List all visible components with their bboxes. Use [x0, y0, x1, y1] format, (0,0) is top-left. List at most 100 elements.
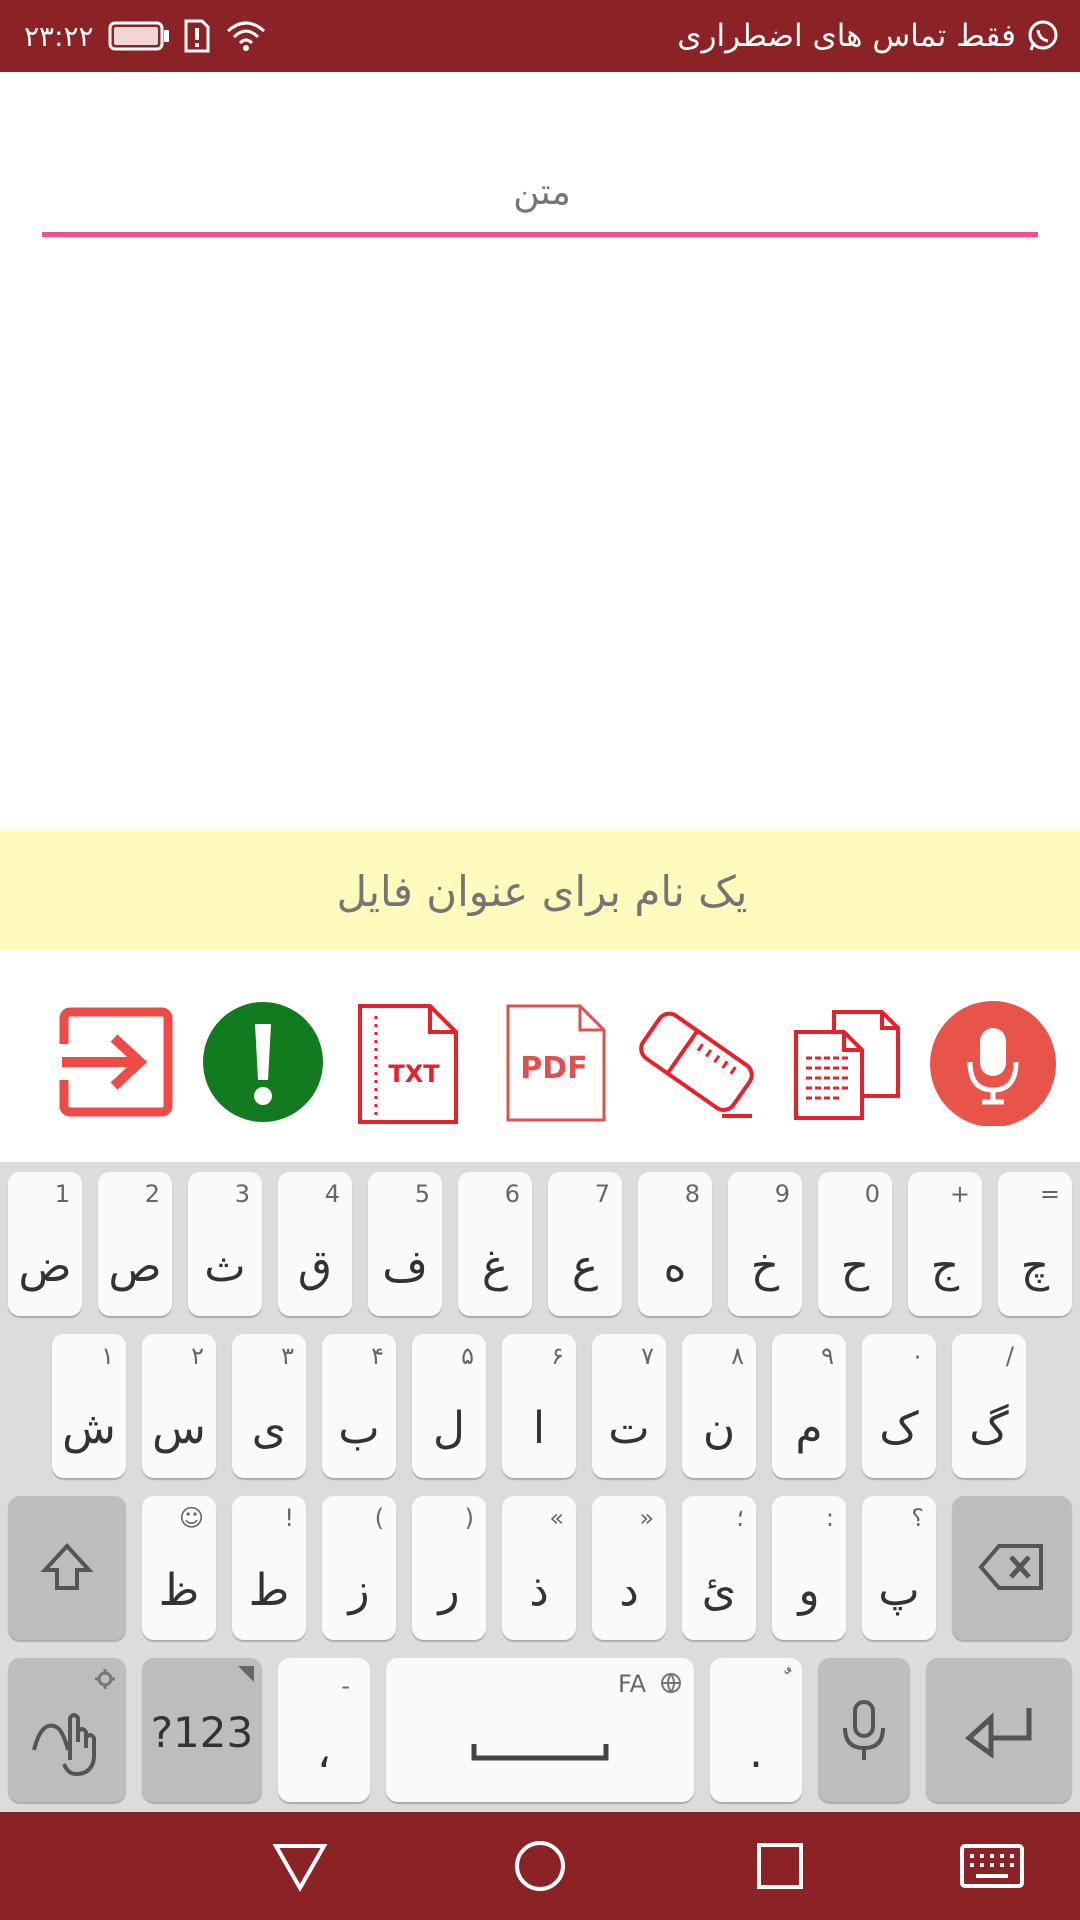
home-button[interactable] [508, 1834, 572, 1898]
key-hint: ؛ [736, 1504, 744, 1532]
key-label: ح [840, 1241, 870, 1292]
key-row3-5[interactable]: «ذ [502, 1496, 576, 1640]
key-row2-5[interactable]: ۵ل [412, 1334, 486, 1478]
exit-button[interactable] [52, 996, 182, 1126]
status-indicators: ۲۳:۲۲ [24, 0, 268, 72]
notification-title: فقط تماس های اضطراری [677, 0, 1060, 72]
key-row3-9[interactable]: ؟ پ [862, 1496, 936, 1640]
key-hint: ۳ [281, 1342, 294, 1370]
key-hint: 1 [54, 1180, 70, 1208]
voice-input-button[interactable] [928, 996, 1058, 1126]
key-hint: ؟ [911, 1504, 924, 1532]
symbols-key[interactable]: ?123 [142, 1658, 262, 1802]
key-hint: ۱ [101, 1342, 114, 1370]
key-hint: 2 [144, 1180, 160, 1208]
key-row3-8[interactable]: :و [772, 1496, 846, 1640]
key-label: ل [433, 1403, 465, 1454]
key-row2-6[interactable]: ۶ا [502, 1334, 576, 1478]
microphone-icon [843, 1700, 885, 1760]
filename-bar [0, 830, 1080, 952]
key-row3-3[interactable]: (ز [322, 1496, 396, 1640]
save-txt-button[interactable]: TXT [346, 996, 476, 1126]
key-row1-7[interactable]: 7ع [548, 1172, 622, 1316]
save-pdf-button[interactable]: PDF [494, 996, 624, 1126]
key-label: ع [571, 1241, 599, 1292]
symbols-key-label: ?123 [150, 1708, 254, 1757]
key-row2-9[interactable]: ۹م [772, 1334, 846, 1478]
key-row3-1[interactable]: ☺ ظ [142, 1496, 216, 1640]
key-label: ش [62, 1403, 116, 1454]
battery-icon [108, 21, 169, 51]
key-row3-2[interactable]: ! ط [232, 1496, 306, 1640]
key-row1-8[interactable]: 8ه [638, 1172, 712, 1316]
copy-button[interactable] [782, 996, 912, 1126]
key-label: ز [348, 1565, 370, 1616]
key-label: و [798, 1565, 820, 1616]
key-hint: ۹ [821, 1342, 834, 1370]
key-row1-1[interactable]: 1ض [8, 1172, 82, 1316]
key-label: ا [532, 1403, 546, 1454]
key-label: پ [878, 1565, 920, 1616]
info-button[interactable] [198, 996, 328, 1126]
key-row1-4[interactable]: 4ق [278, 1172, 352, 1316]
key-hint: ☺ [178, 1504, 204, 1532]
backspace-key[interactable] [952, 1496, 1072, 1640]
key-row1-10[interactable]: 0ح [818, 1172, 892, 1316]
key-label: گ [969, 1403, 1009, 1454]
key-hint: ) [464, 1504, 474, 1532]
text-input[interactable] [42, 150, 1042, 234]
filename-input[interactable] [0, 830, 1080, 952]
gesture-settings-key[interactable] [8, 1658, 126, 1802]
key-row1-5[interactable]: 5ف [368, 1172, 442, 1316]
key-hint: ۸ [731, 1342, 744, 1370]
key-row2-1[interactable]: ۱ش [52, 1334, 126, 1478]
key-label: ذ [529, 1565, 549, 1616]
shift-icon [40, 1543, 94, 1590]
key-row2-2[interactable]: ۲س [142, 1334, 216, 1478]
key-row1-11[interactable]: + ج [908, 1172, 982, 1316]
key-row1-6[interactable]: 6غ [458, 1172, 532, 1316]
comma-key[interactable]: - ، [278, 1658, 370, 1802]
shift-key[interactable] [8, 1496, 126, 1640]
status-bar: ۲۳:۲۲ فقط تماس های اضطراری [0, 0, 1080, 72]
enter-icon [965, 1708, 1032, 1758]
space-key[interactable]: FA [386, 1658, 694, 1802]
key-row1-3[interactable]: 3ث [188, 1172, 262, 1316]
keyboard-toggle-button[interactable] [958, 1834, 1026, 1898]
period-key[interactable]: ٌ . [710, 1658, 802, 1802]
key-row3-4[interactable]: ) ر [412, 1496, 486, 1640]
language-label: FA [617, 1670, 646, 1698]
notification-text: فقط تماس های اضطراری [677, 18, 1016, 54]
recents-icon [757, 1843, 803, 1889]
corner-indicator-icon [238, 1666, 254, 1682]
clear-button[interactable] [632, 996, 762, 1126]
action-toolbar: TXT PDF [0, 996, 1080, 1136]
enter-key[interactable] [926, 1658, 1072, 1802]
key-row2-10[interactable]: ۰ک [862, 1334, 936, 1478]
key-label: ث [204, 1241, 246, 1292]
key-hint: 5 [414, 1180, 430, 1208]
key-hint: : [825, 1504, 834, 1532]
voice-typing-key[interactable] [818, 1658, 910, 1802]
info-icon [203, 1002, 323, 1122]
key-row2-4[interactable]: ۴ب [322, 1334, 396, 1478]
key-row2-3[interactable]: ۳ی [232, 1334, 306, 1478]
key-row2-7[interactable]: ۷ت [592, 1334, 666, 1478]
key-row1-9[interactable]: 9خ [728, 1172, 802, 1316]
key-row2-11[interactable]: / گ [952, 1334, 1026, 1478]
back-button[interactable] [268, 1834, 332, 1898]
key-row1-12[interactable]: = چ [998, 1172, 1072, 1316]
key-row1-2[interactable]: 2ص [98, 1172, 172, 1316]
period-key-label: . [749, 1727, 763, 1778]
recents-button[interactable] [748, 1834, 812, 1898]
key-label: ج [930, 1241, 960, 1292]
key-hint: 3 [234, 1180, 250, 1208]
soft-keyboard: 1 ض 2 ص 3 ث 4 ق 5 ف 6 غ 7 ع 8 ه 9 خ 0 ح + ج = چ ۱ش۲س۳ی۴ب۵ل۶ا۷ت۸… [0, 1162, 1080, 1812]
key-row3-7[interactable]: ؛ ئ [682, 1496, 756, 1640]
backspace-icon [978, 1544, 1043, 1590]
eraser-icon [639, 1011, 754, 1118]
key-row3-6[interactable]: » د [592, 1496, 666, 1640]
gesture-icon [32, 1713, 96, 1777]
key-row2-8[interactable]: ۸ن [682, 1334, 756, 1478]
txt-label: TXT [388, 1060, 440, 1088]
